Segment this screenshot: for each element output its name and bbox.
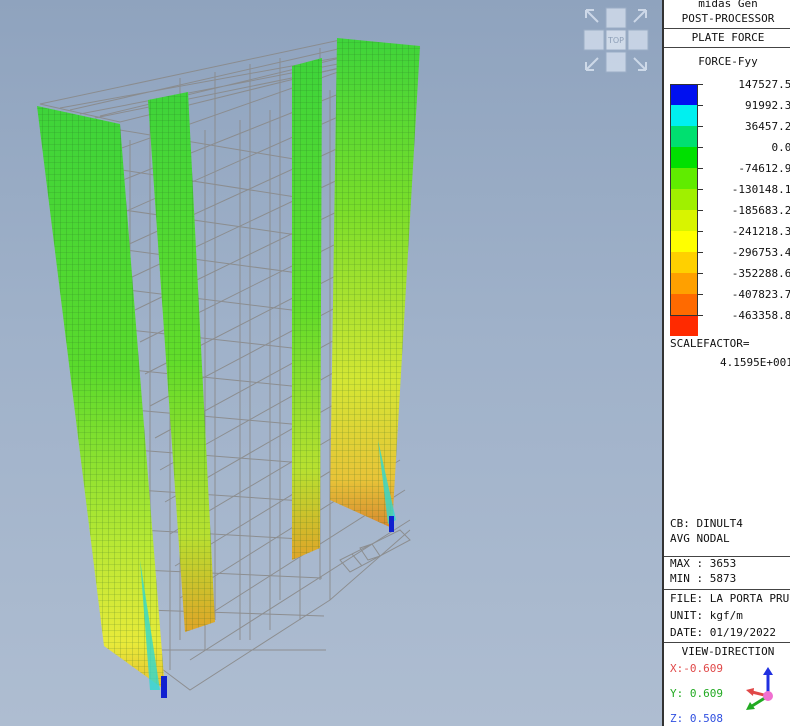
legend-swatch [670, 105, 698, 126]
result-panel: midas Gen POST-PROCESSOR PLATE FORCE FOR… [662, 0, 790, 726]
legend-swatch [670, 84, 698, 105]
legend-value: -463358.84 [731, 309, 790, 322]
divider [664, 47, 790, 48]
legend-value: -74612.98 [738, 162, 790, 175]
legend-value: 91992.38 [745, 99, 790, 112]
date: DATE: 01/19/2022 [670, 626, 776, 639]
viewcube-face-front[interactable] [605, 51, 627, 73]
file-name: FILE: LA PORTA PRU [670, 592, 790, 605]
processor-mode: POST-PROCESSOR [681, 12, 775, 25]
legend-swatch [670, 189, 698, 210]
structure-model[interactable] [0, 0, 662, 726]
legend-value: -185683.23 [731, 204, 790, 217]
app-name: midas Gen [698, 0, 758, 10]
legend-value: -241218.35 [731, 225, 790, 238]
scale-factor-value: 4.1595E+001 [720, 356, 790, 369]
legend-tick [698, 189, 703, 190]
min-node: MIN : 5873 [670, 572, 737, 585]
divider [664, 28, 790, 29]
legend-swatch [670, 252, 698, 273]
view-direction-y: Y: 0.609 [670, 687, 723, 700]
legend-tick [698, 273, 703, 274]
legend-swatch [670, 126, 698, 147]
legend-tick [698, 105, 703, 106]
legend-value: 36457.26 [745, 120, 790, 133]
force-component: FORCE-Fyy [698, 55, 758, 68]
viewcube-face-right[interactable] [627, 29, 649, 51]
legend-tick [698, 315, 703, 316]
load-combination: CB: DINULT4 [670, 517, 743, 530]
legend-tick [698, 126, 703, 127]
legend-value: 147527.51 [738, 78, 790, 91]
divider [664, 589, 790, 590]
legend-swatch [670, 147, 698, 168]
legend-tick [698, 294, 703, 295]
legend-tick [698, 84, 703, 85]
viewcube-face-back[interactable] [605, 7, 627, 29]
legend-tick [698, 252, 703, 253]
axis-triad-icon [746, 667, 773, 710]
legend-value: -407823.72 [731, 288, 790, 301]
legend-tick [698, 168, 703, 169]
result-type: PLATE FORCE [691, 31, 765, 44]
shear-wall-back[interactable] [330, 38, 420, 532]
viewcube-top-label: TOP [607, 36, 624, 45]
legend-swatch [670, 315, 698, 336]
legend-value: -352288.60 [731, 267, 790, 280]
view-direction-title: VIEW-DIRECTION [681, 645, 775, 658]
scale-factor-label: SCALEFACTOR= [670, 337, 750, 350]
max-node: MAX : 3653 [670, 557, 737, 570]
legend-swatch [670, 168, 698, 189]
legend-swatch [670, 231, 698, 252]
legend-value: 0.00 [771, 141, 790, 154]
unit: UNIT: kgf/m [670, 609, 743, 622]
legend-tick [698, 210, 703, 211]
legend-swatch [670, 273, 698, 294]
viewcube-face-left[interactable] [583, 29, 605, 51]
view-cube[interactable]: TOP [582, 6, 650, 74]
legend-swatch [670, 294, 698, 315]
shear-wall-mid-right[interactable] [292, 58, 322, 560]
view-direction-x: X:-0.609 [670, 662, 723, 675]
legend-tick [698, 231, 703, 232]
view-direction-z: Z: 0.508 [670, 712, 723, 725]
shear-wall-front[interactable] [37, 106, 167, 698]
model-viewport[interactable]: TOP [0, 0, 662, 726]
legend-value: -130148.11 [731, 183, 790, 196]
legend-swatch [670, 210, 698, 231]
averaging-mode: AVG NODAL [670, 532, 730, 545]
legend-value: -296753.47 [731, 246, 790, 259]
legend-tick [698, 147, 703, 148]
divider [664, 642, 790, 643]
